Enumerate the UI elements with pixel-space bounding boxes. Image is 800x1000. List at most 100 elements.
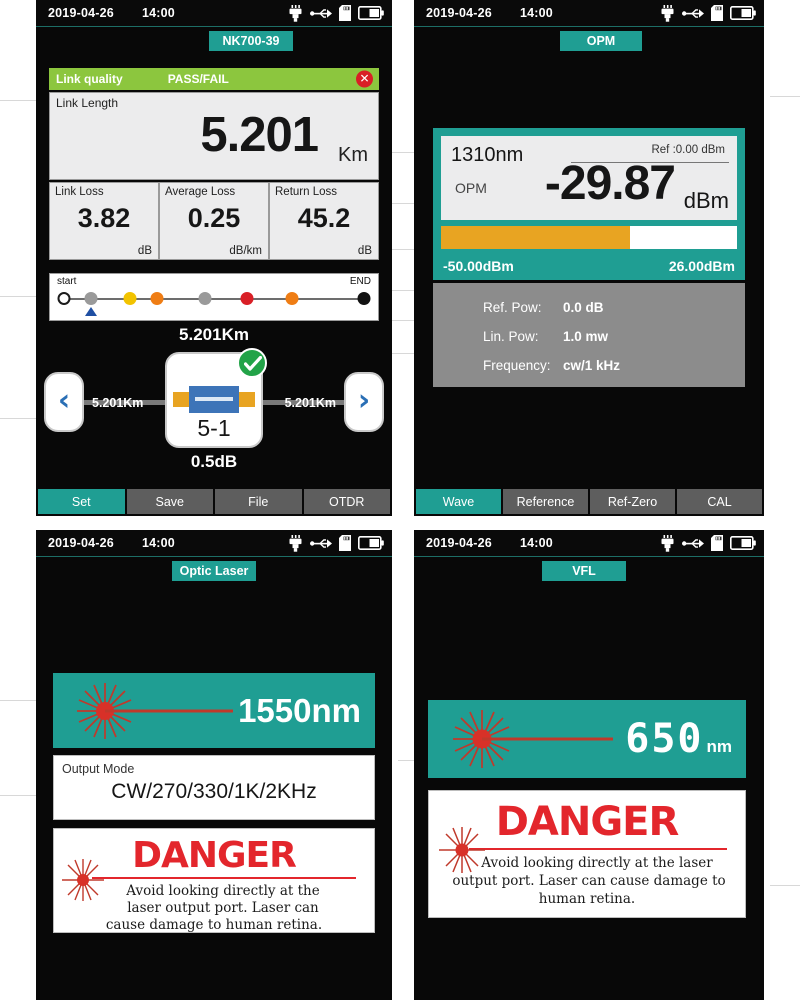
- guide-line: [392, 290, 414, 291]
- metric-unit: dB: [357, 245, 372, 257]
- next-event-button[interactable]: ›: [344, 372, 384, 432]
- opm-reference-label: Ref :0.00 dBm: [651, 144, 725, 156]
- info-key: Frequency:: [483, 357, 551, 373]
- softkey-bar: Wave Reference Ref-Zero CAL: [414, 489, 764, 516]
- link-length-label: Link Length: [56, 96, 119, 110]
- guide-line: [0, 296, 36, 297]
- softkey-wave[interactable]: Wave: [416, 489, 501, 514]
- status-date: 2019-04-26: [48, 536, 114, 550]
- info-key: Lin. Pow:: [483, 328, 539, 344]
- guide-line: [0, 100, 36, 101]
- softkey-bar: Set Save File OTDR: [36, 489, 392, 516]
- laser-wavelength-value: 1550nm: [238, 691, 361, 729]
- vfl-wavelength-box[interactable]: 650 nm: [428, 700, 746, 778]
- metric-value: 45.2: [297, 203, 351, 233]
- vfl-wavelength-unit: nm: [706, 737, 733, 756]
- chevron-left-icon: ‹: [57, 383, 71, 418]
- status-bar: 2019-04-26 14:00: [414, 0, 764, 27]
- guide-line: [398, 760, 414, 761]
- output-mode-label: Output Mode: [62, 762, 135, 776]
- softkey-ref-zero[interactable]: Ref-Zero: [590, 489, 675, 514]
- guide-line: [392, 353, 414, 354]
- status-date: 2019-04-26: [426, 6, 492, 20]
- timeline-marker-dot[interactable]: [357, 292, 371, 305]
- link-quality-bar: Link quality PASS/FAIL ✕: [49, 68, 379, 90]
- status-date: 2019-04-26: [48, 6, 114, 20]
- battery-icon: [358, 6, 384, 20]
- timeline-marker-dot[interactable]: [285, 292, 299, 305]
- link-quality-label: Link quality: [56, 72, 123, 86]
- metric-unit: dB/km: [229, 245, 262, 257]
- info-row: Frequency: cw/1 kHz: [483, 353, 731, 377]
- panel-title-tab: OPM: [560, 31, 642, 51]
- guide-line: [392, 203, 414, 204]
- output-mode-value: CW/270/330/1K/2KHz: [111, 780, 317, 803]
- guide-line: [770, 885, 800, 886]
- softkey-file[interactable]: File: [215, 489, 302, 514]
- info-value: 1.0 mw: [563, 328, 609, 344]
- metric-card-link-loss: Link Loss 3.82 dB: [49, 182, 159, 260]
- pass-check-icon: [237, 348, 267, 378]
- usb-icon: [682, 538, 704, 548]
- guide-line: [392, 249, 414, 250]
- timeline-start-label: start: [57, 276, 77, 287]
- info-key: Ref. Pow:: [483, 299, 542, 315]
- danger-notice-box: DANGER Avoid looking directly at the las…: [53, 828, 375, 933]
- softkey-set[interactable]: Set: [38, 489, 125, 514]
- status-time: 14:00: [519, 6, 553, 20]
- battery-icon: [730, 536, 756, 550]
- opm-info-box: Ref. Pow: 0.0 dB Lin. Pow: 1.0 mw Freque…: [433, 283, 745, 387]
- softkey-otdr[interactable]: OTDR: [303, 489, 390, 514]
- close-icon[interactable]: ✕: [356, 70, 373, 88]
- power-plug-icon: [661, 4, 674, 22]
- softkey-cal[interactable]: CAL: [677, 489, 762, 514]
- power-plug-icon: [289, 534, 302, 552]
- device-screen-optic-laser: 2019-04-26 14:00 Optic Laser 1550nm Outp…: [36, 530, 392, 1000]
- status-date: 2019-04-26: [426, 536, 492, 550]
- device-screen-otdr: 2019-04-26 14:00 NK700-39 Link quality P…: [36, 0, 392, 516]
- power-plug-icon: [661, 534, 674, 552]
- status-icons: [288, 4, 384, 22]
- timeline-axis: [64, 298, 364, 300]
- metric-label: Average Loss: [165, 186, 236, 198]
- usb-icon: [682, 8, 704, 18]
- sd-card-icon: [711, 5, 723, 21]
- softkey-save[interactable]: Save: [126, 489, 213, 514]
- danger-line-2: output port. Laser can cause damage to: [452, 873, 726, 889]
- metric-value: 0.25: [187, 203, 241, 233]
- danger-line-1: Avoid looking directly at the laser: [481, 855, 713, 871]
- timeline-marker-dot[interactable]: [198, 292, 212, 305]
- laser-wavelength-box[interactable]: 1550nm: [53, 673, 375, 748]
- opm-power-value: -29.87: [544, 157, 676, 210]
- danger-line-1: Avoid looking directly at the: [126, 883, 320, 899]
- screenshot-sheet: 2019-04-26 14:00 NK700-39 Link quality P…: [0, 0, 800, 1000]
- timeline-marker-dot[interactable]: [150, 292, 164, 305]
- timeline-cursor-icon: [85, 307, 97, 316]
- prev-event-button[interactable]: ‹: [44, 372, 84, 432]
- metric-value: 3.82: [77, 203, 131, 233]
- opm-reading-box: 1310nm OPM Ref :0.00 dBm -29.87 dBm -50.…: [433, 128, 745, 280]
- softkey-reference[interactable]: Reference: [503, 489, 588, 514]
- timeline-marker-dot[interactable]: [240, 292, 254, 305]
- danger-line-2: laser output port. Laser can: [127, 900, 319, 916]
- event-timeline[interactable]: start END: [49, 273, 379, 321]
- link-length-unit: Km: [338, 144, 368, 166]
- event-node-card[interactable]: 5-1: [165, 348, 267, 448]
- timeline-marker-dot[interactable]: [84, 292, 98, 305]
- metric-card-return-loss: Return Loss 45.2 dB: [269, 182, 379, 260]
- timeline-marker-dot[interactable]: [57, 292, 71, 305]
- guide-line: [0, 418, 36, 419]
- guide-line: [392, 152, 414, 153]
- battery-icon: [730, 6, 756, 20]
- output-mode-box[interactable]: Output Mode CW/270/330/1K/2KHz: [53, 755, 375, 820]
- opm-level-bar: [441, 226, 737, 249]
- danger-rule: [469, 848, 727, 850]
- opm-power-unit: dBm: [683, 188, 729, 213]
- status-time: 14:00: [141, 536, 175, 550]
- metric-unit: dB: [137, 245, 152, 257]
- danger-line-3: cause damage to human retina.: [105, 917, 323, 933]
- usb-icon: [310, 8, 332, 18]
- fiber-link-map: ‹ › 5.201Km 5.201Km 5-1 0.5dB: [36, 348, 392, 471]
- timeline-marker-dot[interactable]: [123, 292, 137, 305]
- chevron-right-icon: ›: [357, 383, 371, 418]
